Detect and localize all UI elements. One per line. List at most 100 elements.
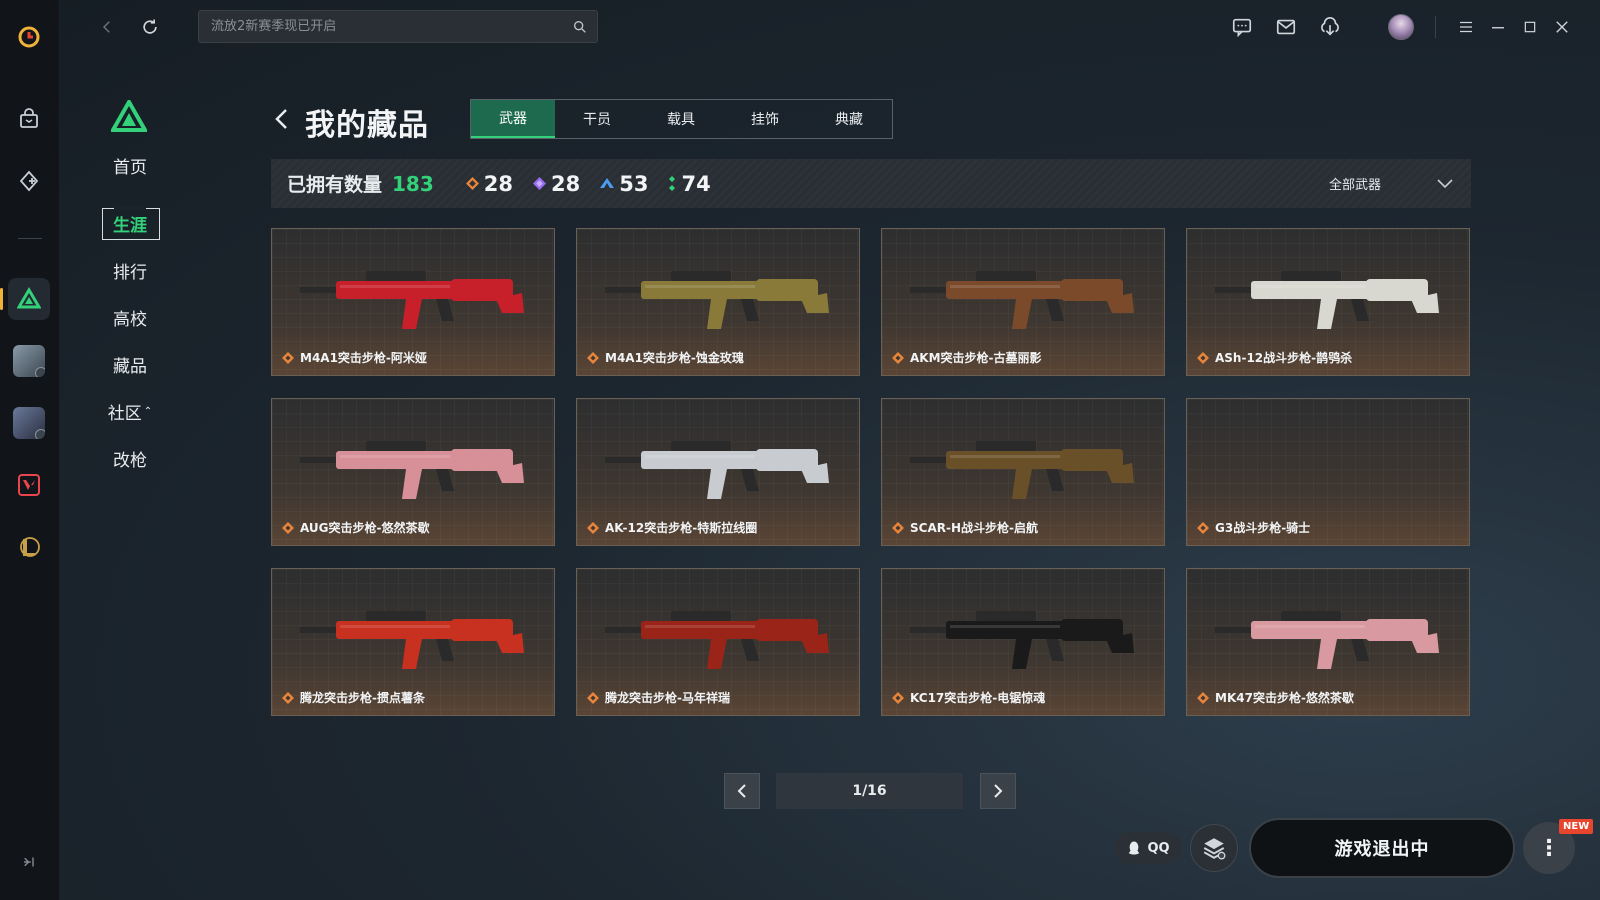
rail-divider: [18, 238, 42, 239]
minimize-icon[interactable]: [1485, 14, 1511, 40]
game-add-icon[interactable]: [8, 160, 50, 202]
refresh-icon[interactable]: [136, 13, 164, 41]
item-name: 腾龙突击步枪-马年祥瑞: [605, 691, 730, 705]
mail-icon[interactable]: [1273, 14, 1299, 40]
chevron-left-icon: [737, 784, 746, 798]
tab-weapons[interactable]: 武器: [471, 100, 555, 138]
tab-operators[interactable]: 干员: [555, 100, 639, 138]
weapon-image: [605, 441, 829, 499]
category-tabs: 武器 干员 载具 挂饰 典藏: [470, 99, 893, 139]
item-name: AUG突击步枪-悠然茶歇: [300, 521, 430, 535]
subnav-label: 藏品: [113, 356, 147, 377]
collection-item-card[interactable]: ASh-12战斗步枪-鹊鸮杀: [1186, 228, 1470, 376]
blue-rarity-icon: [600, 177, 615, 188]
weapon-image: [300, 271, 524, 329]
back-arrow-icon[interactable]: [93, 13, 121, 41]
collection-item-card[interactable]: AKM突击步枪-古墓丽影: [881, 228, 1165, 376]
weapon-image: [910, 271, 1134, 329]
item-name: 腾龙突击步枪-掼点薯条: [300, 691, 425, 705]
orange-rarity-icon: [587, 691, 599, 704]
subnav-item-career[interactable]: 生涯: [100, 206, 160, 240]
subnav-item-collection[interactable]: 藏品: [100, 349, 160, 379]
subnav-item-community[interactable]: 社区 ⌃: [100, 396, 160, 426]
orange-rarity-icon: [465, 177, 479, 190]
orange-rarity-icon: [587, 521, 599, 534]
tab-charms[interactable]: 挂饰: [723, 100, 807, 138]
weapon-image: [300, 441, 524, 499]
collapse-sidebar-icon[interactable]: [18, 850, 42, 874]
new-badge: NEW: [1559, 819, 1594, 834]
maximize-icon[interactable]: [1517, 14, 1543, 40]
subnav-item-gunsmith[interactable]: 改枪: [100, 443, 160, 473]
collection-item-card[interactable]: AK-12突击步枪-特斯拉线圈: [576, 398, 860, 546]
collection-item-card[interactable]: AUG突击步枪-悠然茶歇: [271, 398, 555, 546]
valorant-icon[interactable]: [8, 464, 50, 506]
weapon-filter-dropdown[interactable]: 全部武器: [1329, 159, 1453, 208]
stats-bar: 已拥有数量 183 28 28 53 74 全部武器: [271, 159, 1471, 208]
orange-rarity-icon: [1197, 521, 1209, 534]
weapon-image: [605, 611, 829, 669]
close-icon[interactable]: [1549, 14, 1575, 40]
subnav-item-ranking[interactable]: 排行: [100, 255, 160, 285]
collection-item-card[interactable]: M4A1突击步枪-阿米娅: [271, 228, 555, 376]
menu-icon[interactable]: [1453, 14, 1479, 40]
page-title: 我的藏品: [305, 108, 429, 143]
weapon-image: [605, 271, 829, 329]
launch-game-button[interactable]: 游戏退出中: [1249, 818, 1515, 878]
game-thumb-2-icon[interactable]: [8, 402, 50, 444]
item-name: KC17突击步枪-电锯惊魂: [910, 691, 1046, 705]
green-rarity-icon: [669, 175, 676, 191]
subnav-label: 社区: [107, 403, 142, 424]
item-name-row: AKM突击步枪-古墓丽影: [892, 349, 1042, 366]
chat-icon[interactable]: [1229, 14, 1255, 40]
item-name-row: G3战斗步枪-骑士: [1197, 519, 1310, 536]
subnav-label: 排行: [113, 262, 147, 283]
item-name-row: ASh-12战斗步枪-鹊鸮杀: [1197, 349, 1352, 366]
item-name: AK-12突击步枪-特斯拉线圈: [605, 521, 758, 535]
layers-icon: [1203, 838, 1226, 860]
orange-rarity-icon: [892, 691, 904, 704]
page-back-icon[interactable]: [272, 104, 292, 134]
item-name-row: AK-12突击步枪-特斯拉线圈: [587, 519, 757, 536]
launcher-logo-icon[interactable]: [8, 16, 50, 58]
search-icon[interactable]: [563, 19, 597, 35]
orange-rarity-icon: [1197, 351, 1209, 364]
prev-page-button[interactable]: [724, 773, 760, 809]
orange-rarity-icon: [892, 351, 904, 364]
purple-rarity-icon: [533, 177, 546, 190]
delta-force-icon[interactable]: [0, 278, 50, 320]
item-name-row: 腾龙突击步枪-掼点薯条: [282, 689, 425, 706]
tab-vehicles[interactable]: 载具: [639, 100, 723, 138]
item-name-row: SCAR-H战斗步枪-启航: [892, 519, 1038, 536]
collection-item-card[interactable]: 腾龙突击步枪-马年祥瑞: [576, 568, 860, 716]
search-input[interactable]: [199, 19, 563, 34]
avatar[interactable]: [1388, 14, 1414, 40]
collection-item-card[interactable]: SCAR-H战斗步枪-启航: [881, 398, 1165, 546]
rarity-stat-purple: 28: [533, 172, 580, 196]
orange-rarity-icon: [282, 521, 294, 534]
item-name: M4A1突击步枪-蚀金玫瑰: [605, 351, 744, 365]
qq-button[interactable]: QQ: [1114, 832, 1183, 864]
league-icon[interactable]: [8, 526, 50, 568]
rarity-count: 28: [483, 171, 513, 196]
weapon-image: [910, 441, 1134, 499]
orange-rarity-icon: [1197, 691, 1209, 704]
collection-item-card[interactable]: G3战斗步枪-骑士: [1186, 398, 1470, 546]
subnav-label: 高校: [113, 309, 147, 330]
collection-item-card[interactable]: MK47突击步枪-悠然茶歇: [1186, 568, 1470, 716]
item-name: G3战斗步枪-骑士: [1215, 521, 1311, 535]
accelerator-button[interactable]: [1190, 824, 1238, 872]
rarity-stat-orange: 28: [465, 171, 513, 196]
shop-bag-icon[interactable]: [8, 98, 50, 140]
subnav-item-college[interactable]: 高校: [100, 302, 160, 332]
item-name: MK47突击步枪-悠然茶歇: [1215, 691, 1354, 705]
download-icon[interactable]: [1317, 14, 1343, 40]
game-thumb-1-icon[interactable]: [8, 340, 50, 382]
next-page-button[interactable]: [980, 773, 1016, 809]
collection-item-card[interactable]: KC17突击步枪-电锯惊魂: [881, 568, 1165, 716]
collection-item-card[interactable]: 腾龙突击步枪-掼点薯条: [271, 568, 555, 716]
collection-item-card[interactable]: M4A1突击步枪-蚀金玫瑰: [576, 228, 860, 376]
tab-collection[interactable]: 典藏: [807, 100, 891, 138]
item-name: M4A1突击步枪-阿米娅: [300, 351, 427, 365]
subnav-item-home[interactable]: 首页: [100, 150, 160, 180]
